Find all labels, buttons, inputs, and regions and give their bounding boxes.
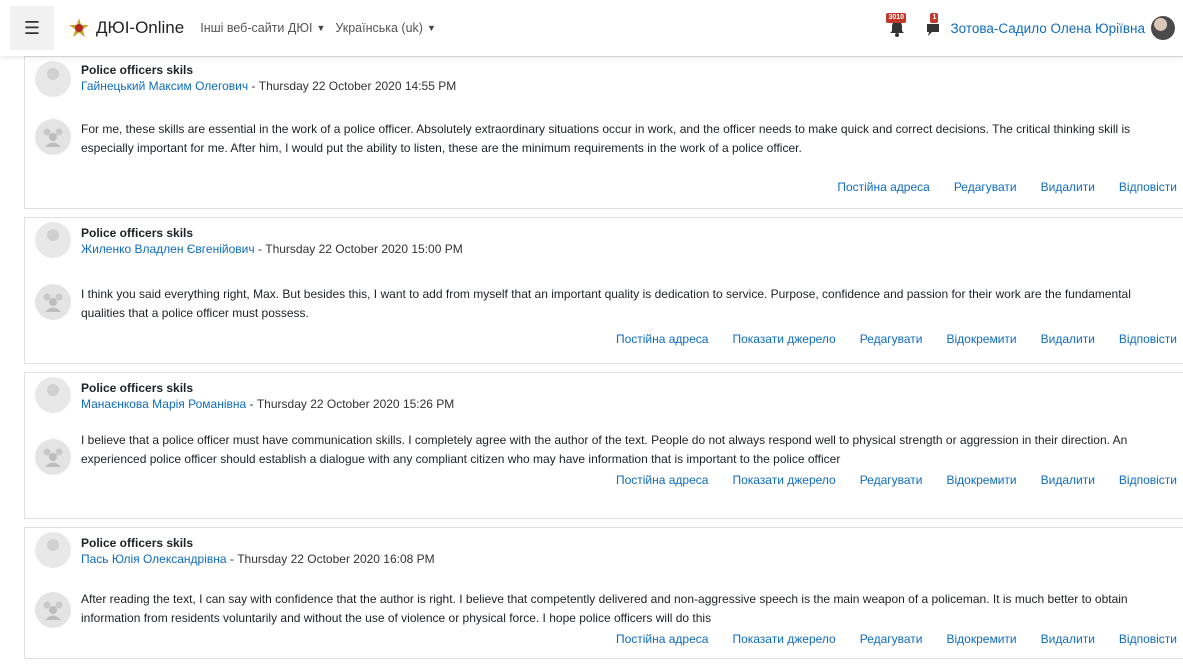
hamburger-icon: ☰ bbox=[23, 17, 41, 38]
post-body: I believe that a police officer must hav… bbox=[81, 433, 1128, 466]
post-date: - Thursday 22 October 2020 15:26 PM bbox=[246, 397, 455, 411]
forum-post: Police officers skils Пась Юлія Олександ… bbox=[24, 527, 1183, 659]
show-source-link[interactable]: Показати джерело bbox=[732, 473, 835, 487]
group-avatar-icon bbox=[35, 284, 71, 320]
notifications-bell-icon[interactable]: 3010 bbox=[886, 13, 908, 39]
post-meta: Жиленко Владлен Євгенійович - Thursday 2… bbox=[81, 242, 463, 256]
edit-link[interactable]: Редагувати bbox=[954, 180, 1017, 194]
forum-post: Police officers skils Манаєнкова Марія Р… bbox=[24, 372, 1183, 519]
reply-link[interactable]: Відповісти bbox=[1119, 180, 1177, 194]
post-body: I think you said everything right, Max. … bbox=[81, 287, 1131, 320]
post-actions: Постійна адреса Показати джерело Редагув… bbox=[592, 332, 1177, 346]
post-date: - Thursday 22 October 2020 15:00 PM bbox=[254, 242, 463, 256]
discussion-posts: Police officers skils Гайнецький Максим … bbox=[24, 56, 1183, 667]
forum-post: Police officers skils Гайнецький Максим … bbox=[24, 56, 1183, 209]
menu-other-sites[interactable]: Інші веб-сайти ДЮІ bbox=[200, 21, 312, 35]
post-date: - Thursday 22 October 2020 16:08 PM bbox=[226, 552, 435, 566]
post-actions: Постійна адреса Редагувати Видалити Відп… bbox=[813, 180, 1177, 194]
edit-link[interactable]: Редагувати bbox=[860, 332, 923, 346]
show-source-link[interactable]: Показати джерело bbox=[732, 632, 835, 646]
post-body: After reading the text, I can say with c… bbox=[81, 592, 1128, 625]
split-link[interactable]: Відокремити bbox=[947, 473, 1017, 487]
post-date: - Thursday 22 October 2020 14:55 PM bbox=[248, 79, 457, 93]
post-meta: Гайнецький Максим Олегович - Thursday 22… bbox=[81, 79, 456, 93]
group-avatar-icon bbox=[35, 119, 71, 155]
post-author-link[interactable]: Жиленко Владлен Євгенійович bbox=[81, 242, 255, 256]
caret-down-icon[interactable]: ▼ bbox=[427, 23, 436, 33]
delete-link[interactable]: Видалити bbox=[1041, 332, 1095, 346]
edit-link[interactable]: Редагувати bbox=[860, 473, 923, 487]
user-area: 3010 1 Зотова-Садило Олена Юріївна bbox=[886, 0, 1175, 56]
permalink-link[interactable]: Постійна адреса bbox=[616, 632, 709, 646]
delete-link[interactable]: Видалити bbox=[1041, 632, 1095, 646]
messages-count-badge: 1 bbox=[930, 13, 939, 23]
reply-link[interactable]: Відповісти bbox=[1119, 332, 1177, 346]
post-meta: Пась Юлія Олександрівна - Thursday 22 Oc… bbox=[81, 552, 435, 566]
split-link[interactable]: Відокремити bbox=[947, 332, 1017, 346]
post-subject: Police officers skils bbox=[81, 226, 194, 240]
delete-link[interactable]: Видалити bbox=[1041, 180, 1095, 194]
edit-link[interactable]: Редагувати bbox=[860, 632, 923, 646]
hamburger-menu-button[interactable]: ☰ bbox=[10, 6, 54, 50]
group-avatar-icon bbox=[35, 592, 71, 628]
messages-icon[interactable]: 1 bbox=[924, 13, 942, 38]
post-author-link[interactable]: Манаєнкова Марія Романівна bbox=[81, 397, 246, 411]
author-avatar[interactable] bbox=[35, 532, 71, 568]
post-actions: Постійна адреса Показати джерело Редагув… bbox=[592, 632, 1177, 646]
post-subject: Police officers skils bbox=[81, 63, 194, 77]
forum-post: Police officers skils Жиленко Владлен Єв… bbox=[24, 217, 1183, 364]
user-name-link[interactable]: Зотова-Садило Олена Юріївна bbox=[950, 21, 1145, 36]
top-navbar: ☰ ДЮІ-Online Інші веб-сайти ДЮІ ▼ Україн… bbox=[0, 0, 1183, 56]
permalink-link[interactable]: Постійна адреса bbox=[616, 332, 709, 346]
reply-link[interactable]: Відповісти bbox=[1119, 632, 1177, 646]
site-brand[interactable]: ДЮІ-Online bbox=[96, 18, 184, 38]
post-meta: Манаєнкова Марія Романівна - Thursday 22… bbox=[81, 397, 454, 411]
permalink-link[interactable]: Постійна адреса bbox=[616, 473, 709, 487]
user-avatar[interactable] bbox=[1151, 16, 1175, 40]
caret-down-icon[interactable]: ▼ bbox=[316, 23, 325, 33]
split-link[interactable]: Відокремити bbox=[947, 632, 1017, 646]
site-logo-icon[interactable] bbox=[68, 17, 90, 39]
author-avatar[interactable] bbox=[35, 61, 71, 97]
delete-link[interactable]: Видалити bbox=[1041, 473, 1095, 487]
show-source-link[interactable]: Показати джерело bbox=[732, 332, 835, 346]
notifications-count-badge: 3010 bbox=[886, 13, 907, 23]
post-author-link[interactable]: Пась Юлія Олександрівна bbox=[81, 552, 227, 566]
post-author-link[interactable]: Гайнецький Максим Олегович bbox=[81, 79, 248, 93]
group-avatar-icon bbox=[35, 439, 71, 475]
post-subject: Police officers skils bbox=[81, 381, 194, 395]
author-avatar[interactable] bbox=[35, 222, 71, 258]
nav-menu: Інші веб-сайти ДЮІ ▼ Українська (uk) ▼ bbox=[200, 21, 446, 35]
author-avatar[interactable] bbox=[35, 377, 71, 413]
menu-language[interactable]: Українська (uk) bbox=[335, 21, 423, 35]
reply-link[interactable]: Відповісти bbox=[1119, 473, 1177, 487]
permalink-link[interactable]: Постійна адреса bbox=[837, 180, 930, 194]
post-actions: Постійна адреса Показати джерело Редагув… bbox=[592, 473, 1177, 487]
post-subject: Police officers skils bbox=[81, 536, 194, 550]
post-body: For me, these skills are essential in th… bbox=[81, 122, 1131, 155]
